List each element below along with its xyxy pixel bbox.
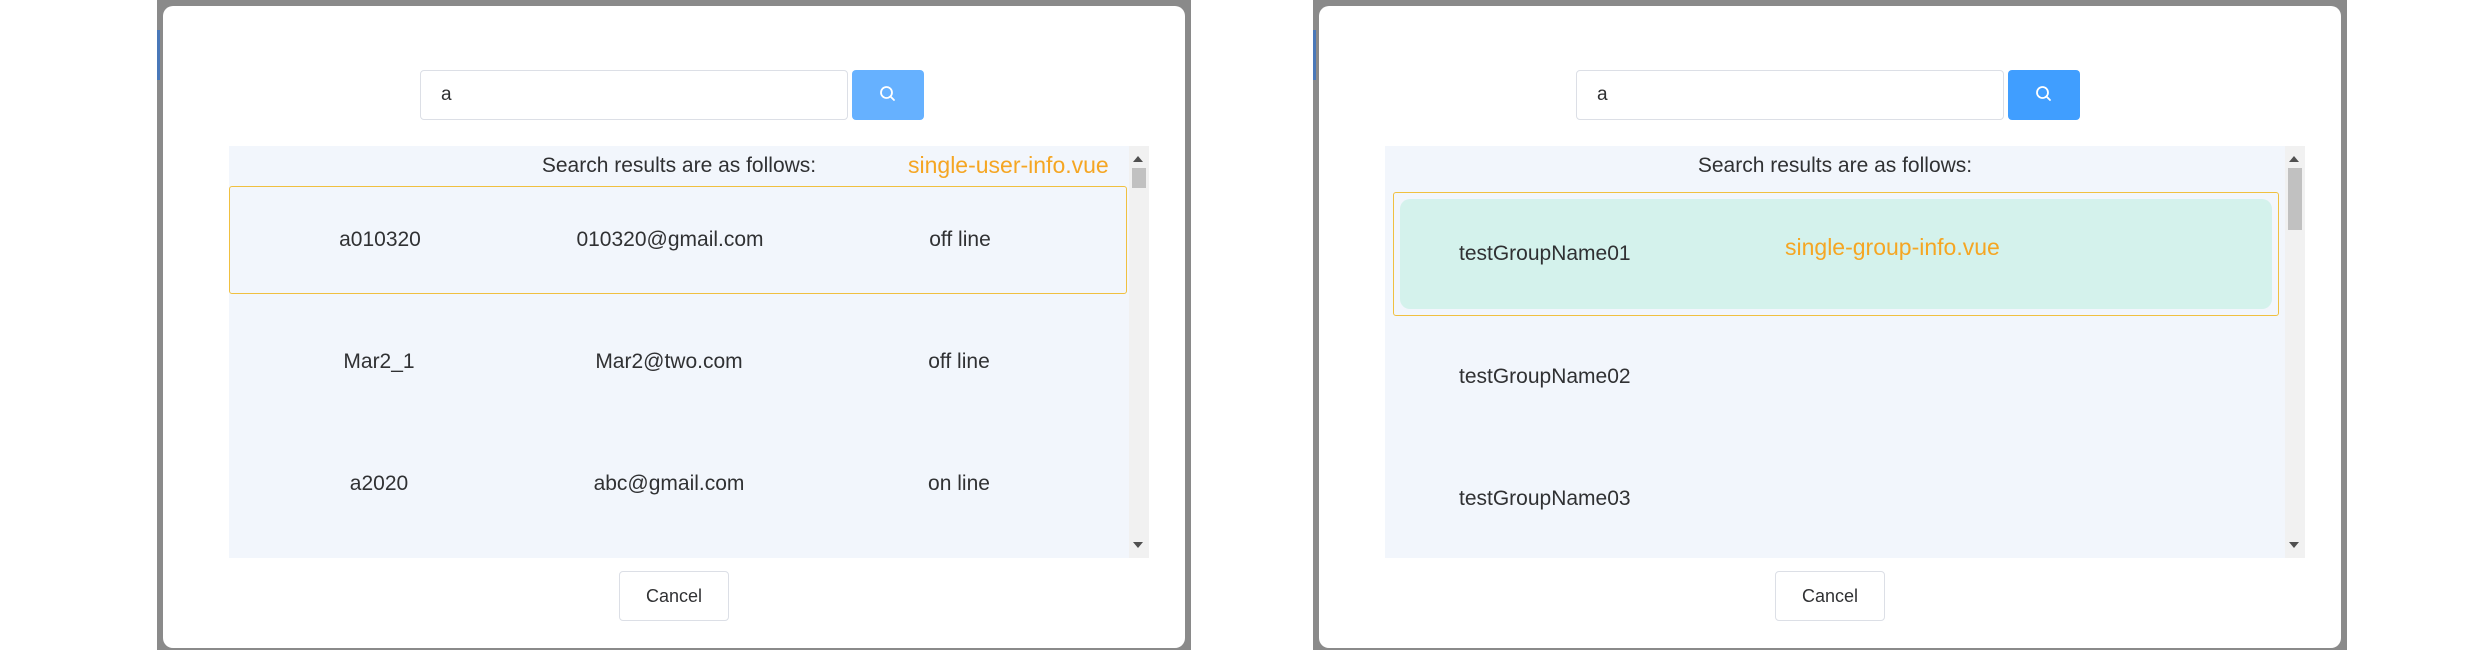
user-row[interactable]: Mar2_1 Mar2@two.com off line — [229, 308, 1129, 416]
user-name: a2020 — [349, 472, 409, 495]
user-search-input[interactable] — [420, 70, 848, 120]
backdrop-edge — [157, 30, 160, 80]
user-results-list: Search results are as follows: single-us… — [229, 146, 1149, 558]
user-email: abc@gmail.com — [593, 472, 745, 495]
group-search-button[interactable] — [2008, 70, 2080, 120]
group-name: testGroupName03 — [1459, 487, 1631, 510]
results-scrollbar[interactable] — [1129, 146, 1149, 558]
user-row[interactable]: a2020 abc@gmail.com on line — [229, 430, 1129, 538]
user-name: a010320 — [339, 228, 421, 251]
group-row[interactable]: testGroupName02 — [1385, 322, 2285, 432]
group-search-dialog: Search results are as follows: testGroup… — [1319, 6, 2341, 648]
scroll-thumb[interactable] — [2288, 168, 2302, 230]
scroll-up-arrow[interactable] — [1133, 156, 1143, 162]
user-search-dialog: Search results are as follows: single-us… — [163, 6, 1185, 648]
search-icon — [2034, 84, 2054, 107]
user-status: on line — [928, 472, 990, 495]
component-file-label: single-user-info.vue — [908, 152, 1109, 178]
user-row[interactable]: a010320 010320@gmail.com off line — [229, 186, 1127, 294]
results-scrollbar[interactable] — [2285, 146, 2305, 558]
scroll-up-arrow[interactable] — [2289, 156, 2299, 162]
scroll-down-arrow[interactable] — [2289, 542, 2299, 548]
scroll-thumb[interactable] — [1132, 168, 1146, 188]
cancel-button[interactable]: Cancel — [619, 571, 729, 621]
user-status: off line — [929, 228, 991, 251]
group-row[interactable]: testGroupName03 — [1385, 444, 2285, 554]
search-icon — [878, 84, 898, 107]
backdrop-edge — [1313, 30, 1316, 80]
group-name: testGroupName02 — [1459, 365, 1631, 388]
user-email: Mar2@two.com — [595, 350, 743, 373]
user-name: Mar2_1 — [343, 350, 415, 373]
user-search-button[interactable] — [852, 70, 924, 120]
group-search-input[interactable] — [1576, 70, 2004, 120]
user-email: 010320@gmail.com — [576, 228, 764, 251]
group-results-list: Search results are as follows: testGroup… — [1385, 146, 2305, 558]
group-name: testGroupName01 — [1459, 242, 1631, 265]
user-status: off line — [928, 350, 990, 373]
results-header: Search results are as follows: — [1697, 154, 1973, 177]
component-file-label: single-group-info.vue — [1785, 234, 2000, 260]
scroll-down-arrow[interactable] — [1133, 542, 1143, 548]
cancel-button[interactable]: Cancel — [1775, 571, 1885, 621]
